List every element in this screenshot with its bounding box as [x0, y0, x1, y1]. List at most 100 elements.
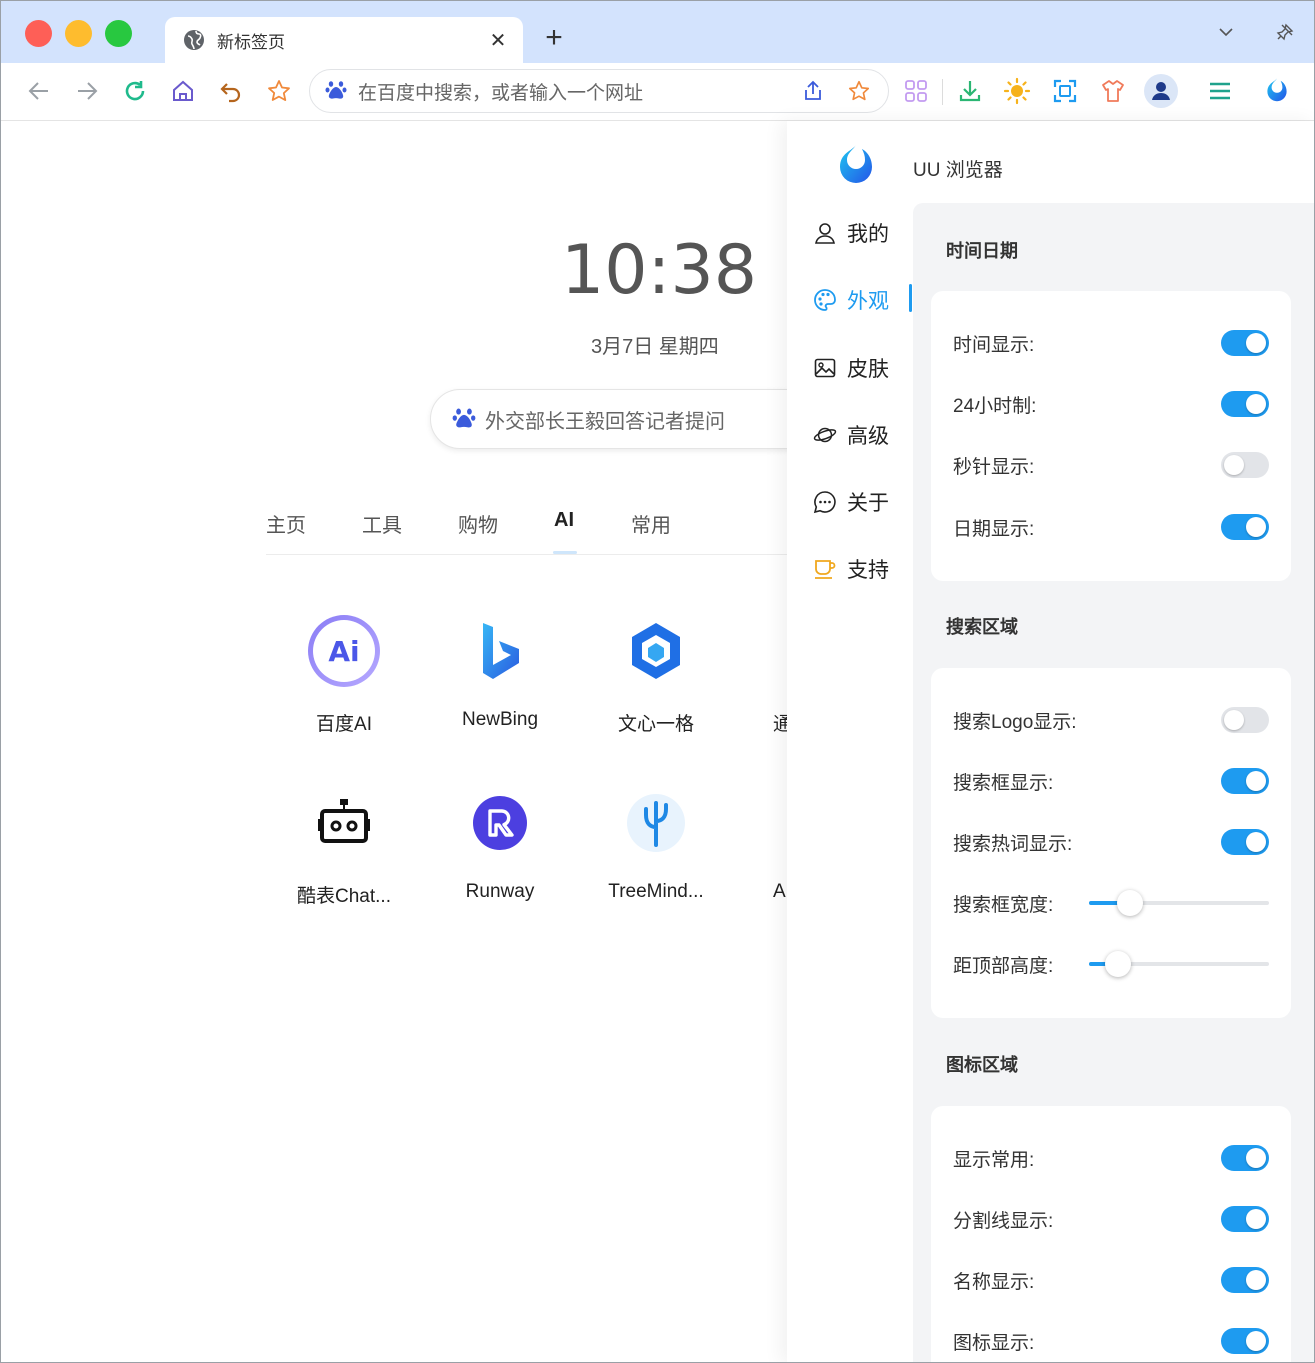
apps-grid-icon[interactable]	[901, 76, 931, 106]
time-display-toggle[interactable]	[1221, 330, 1269, 356]
star-icon[interactable]	[264, 76, 294, 106]
undo-icon[interactable]	[216, 76, 246, 106]
app-name: Runway	[465, 881, 535, 902]
app-tile[interactable]: 酷表Chat...	[269, 783, 419, 908]
skin-shirt-icon[interactable]	[1098, 76, 1128, 106]
tab-close-icon[interactable]: ✕	[487, 29, 509, 52]
new-tab-button[interactable]: +	[539, 21, 569, 54]
clock-time: 10:38	[561, 231, 757, 310]
nav-label: 关于	[847, 492, 889, 515]
search-box-toggle[interactable]	[1221, 768, 1269, 794]
download-icon[interactable]	[955, 76, 985, 106]
baidu-paw-icon	[451, 404, 477, 435]
name-display-toggle[interactable]	[1221, 1267, 1269, 1293]
address-bar[interactable]: 在百度中搜索，或者输入一个网址	[309, 69, 889, 113]
app-name: TreeMind...	[608, 881, 704, 902]
nav-mine[interactable]: 我的	[813, 218, 889, 248]
window-minimize-button[interactable]	[65, 20, 92, 47]
coffee-cup-icon	[813, 557, 837, 581]
uu-browser-logo-icon[interactable]	[1262, 76, 1292, 106]
top-offset-slider[interactable]	[1089, 951, 1269, 977]
setting-row: 距顶部高度:	[953, 944, 1269, 984]
app-tile[interactable]: NewBing	[425, 611, 575, 731]
home-icon[interactable]	[168, 76, 198, 106]
nav-support[interactable]: 支持	[813, 554, 889, 584]
tab-shopping[interactable]: 购物	[458, 509, 498, 538]
planet-icon	[813, 423, 837, 447]
tab-new-tab[interactable]: 新标签页 ✕	[165, 17, 523, 63]
app-tile[interactable]: A	[717, 783, 787, 903]
app-tile[interactable]: Runway	[425, 783, 575, 903]
newbing-icon	[460, 611, 540, 691]
globe-icon	[183, 29, 205, 51]
tab-title: 新标签页	[217, 32, 285, 52]
toolbar-divider	[942, 79, 943, 105]
new-tab-page: 10:38 3月7日 星期四 外交部长王毅回答记者提问 主页 工具 购物 AI …	[1, 121, 950, 1362]
setting-label: 名称显示:	[953, 1271, 1035, 1293]
share-icon[interactable]	[798, 76, 828, 106]
uu-browser-logo-icon	[831, 141, 881, 191]
setting-row: 搜索框显示:	[953, 761, 1269, 801]
nav-skin[interactable]: 皮肤	[813, 353, 889, 383]
search-width-slider[interactable]	[1089, 890, 1269, 916]
image-icon	[813, 356, 837, 380]
window-maximize-button[interactable]	[105, 20, 132, 47]
forward-arrow-icon[interactable]	[72, 76, 102, 106]
sun-icon[interactable]	[1002, 76, 1032, 106]
setting-label: 搜索框宽度:	[953, 894, 1054, 916]
svg-text:Ai: Ai	[328, 635, 359, 668]
nav-appearance[interactable]: 外观	[813, 285, 889, 315]
tab-ai[interactable]: AI	[554, 509, 574, 532]
app-tile[interactable]: Ai 百度AI	[269, 611, 419, 736]
tab-home[interactable]: 主页	[266, 509, 306, 538]
search-logo-toggle[interactable]	[1221, 707, 1269, 733]
setting-row: 搜索框宽度:	[953, 883, 1269, 923]
pin-icon[interactable]	[1272, 19, 1298, 45]
slider-thumb[interactable]	[1104, 951, 1131, 977]
nav-label: 我的	[847, 223, 889, 246]
category-tabs: 主页 工具 购物 AI 常用	[266, 491, 806, 555]
window-close-button[interactable]	[25, 20, 52, 47]
wenxin-yige-icon	[616, 611, 696, 691]
setting-row: 分割线显示:	[953, 1199, 1269, 1239]
nav-advanced[interactable]: 高级	[813, 420, 889, 450]
clock-date: 3月7日 星期四	[591, 336, 719, 358]
app-name: 酷表Chat...	[297, 886, 391, 907]
screenshot-icon[interactable]	[1050, 76, 1080, 106]
nav-label: 支持	[847, 559, 889, 582]
24-hour-toggle[interactable]	[1221, 391, 1269, 417]
app-tile[interactable]: 文心一格	[581, 611, 731, 736]
tab-search-chevron-icon[interactable]	[1213, 19, 1239, 45]
runway-icon	[460, 783, 540, 863]
profile-avatar-icon[interactable]	[1143, 73, 1179, 109]
setting-row: 搜索Logo显示:	[953, 700, 1269, 740]
toolbar: 在百度中搜索，或者输入一个网址	[1, 63, 1314, 121]
app-name: 文心一格	[617, 714, 694, 735]
reload-icon[interactable]	[120, 76, 150, 106]
divider-toggle[interactable]	[1221, 1206, 1269, 1232]
app-name: 通	[717, 709, 787, 736]
setting-label: 秒针显示:	[953, 456, 1035, 478]
show-common-toggle[interactable]	[1221, 1145, 1269, 1171]
user-icon	[813, 221, 837, 245]
app-tile[interactable]: TreeMind...	[581, 783, 731, 903]
date-display-toggle[interactable]	[1221, 514, 1269, 540]
icon-display-toggle[interactable]	[1221, 1328, 1269, 1354]
nav-about[interactable]: 关于	[813, 487, 889, 517]
bookmark-star-icon[interactable]	[844, 76, 874, 106]
setting-row: 秒针显示:	[953, 445, 1269, 485]
hot-search-placeholder: 外交部长王毅回答记者提问	[485, 410, 725, 433]
hot-words-toggle[interactable]	[1221, 829, 1269, 855]
seconds-toggle[interactable]	[1221, 452, 1269, 478]
settings-brand: UU 浏览器	[913, 160, 1003, 181]
menu-hamburger-icon[interactable]	[1205, 76, 1235, 106]
nav-active-indicator	[909, 284, 912, 312]
back-arrow-icon[interactable]	[24, 76, 54, 106]
app-tile[interactable]: 通	[717, 611, 787, 736]
setting-label: 24小时制:	[953, 395, 1037, 417]
tab-common[interactable]: 常用	[631, 509, 671, 538]
tab-tools[interactable]: 工具	[362, 509, 402, 538]
partial-app-icon	[717, 783, 787, 863]
slider-thumb[interactable]	[1117, 890, 1144, 916]
setting-label: 图标显示:	[953, 1332, 1035, 1354]
